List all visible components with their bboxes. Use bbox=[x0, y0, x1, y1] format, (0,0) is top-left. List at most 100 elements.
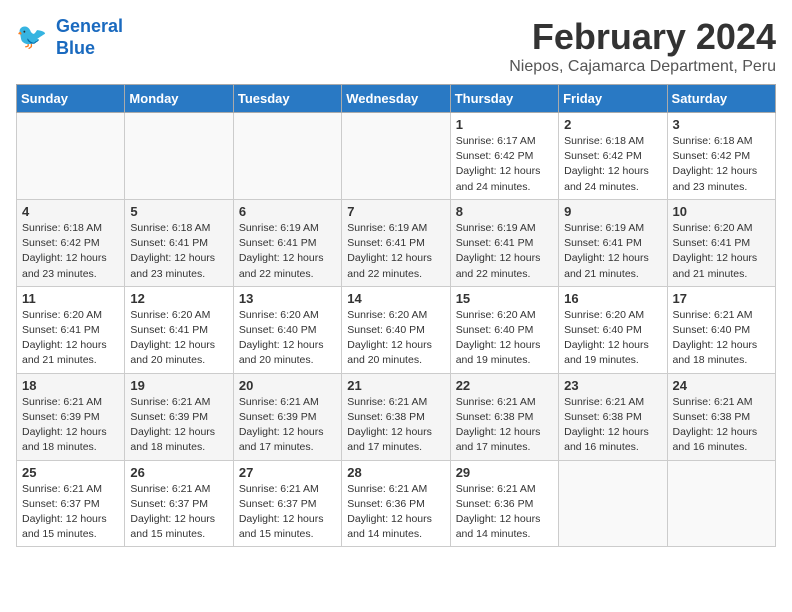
day-number: 29 bbox=[456, 465, 553, 480]
calendar-week-2: 4 Sunrise: 6:18 AM Sunset: 6:42 PM Daylig… bbox=[17, 199, 776, 286]
calendar-cell bbox=[233, 113, 341, 200]
day-number: 25 bbox=[22, 465, 119, 480]
calendar-cell bbox=[559, 460, 667, 547]
column-header-monday: Monday bbox=[125, 85, 233, 113]
calendar-cell: 12 Sunrise: 6:20 AM Sunset: 6:41 PM Dayli… bbox=[125, 286, 233, 373]
day-number: 21 bbox=[347, 378, 444, 393]
page-subtitle: Niepos, Cajamarca Department, Peru bbox=[509, 58, 776, 76]
column-header-saturday: Saturday bbox=[667, 85, 775, 113]
day-info: Sunrise: 6:21 AM Sunset: 6:40 PM Dayligh… bbox=[673, 308, 770, 369]
calendar-cell: 20 Sunrise: 6:21 AM Sunset: 6:39 PM Dayli… bbox=[233, 373, 341, 460]
logo-line1: General bbox=[56, 16, 123, 36]
calendar-cell: 16 Sunrise: 6:20 AM Sunset: 6:40 PM Dayli… bbox=[559, 286, 667, 373]
calendar-cell: 19 Sunrise: 6:21 AM Sunset: 6:39 PM Dayli… bbox=[125, 373, 233, 460]
day-number: 12 bbox=[130, 291, 227, 306]
day-number: 20 bbox=[239, 378, 336, 393]
day-info: Sunrise: 6:21 AM Sunset: 6:37 PM Dayligh… bbox=[22, 482, 119, 543]
day-number: 17 bbox=[673, 291, 770, 306]
day-info: Sunrise: 6:18 AM Sunset: 6:41 PM Dayligh… bbox=[130, 221, 227, 282]
day-info: Sunrise: 6:21 AM Sunset: 6:38 PM Dayligh… bbox=[564, 395, 661, 456]
day-info: Sunrise: 6:19 AM Sunset: 6:41 PM Dayligh… bbox=[564, 221, 661, 282]
calendar-cell: 14 Sunrise: 6:20 AM Sunset: 6:40 PM Dayli… bbox=[342, 286, 450, 373]
calendar-cell: 4 Sunrise: 6:18 AM Sunset: 6:42 PM Daylig… bbox=[17, 199, 125, 286]
day-number: 16 bbox=[564, 291, 661, 306]
calendar-cell: 7 Sunrise: 6:19 AM Sunset: 6:41 PM Daylig… bbox=[342, 199, 450, 286]
header: 🐦 General Blue February 2024 Niepos, Caj… bbox=[16, 16, 776, 76]
day-info: Sunrise: 6:21 AM Sunset: 6:36 PM Dayligh… bbox=[456, 482, 553, 543]
calendar-cell: 15 Sunrise: 6:20 AM Sunset: 6:40 PM Dayli… bbox=[450, 286, 558, 373]
day-number: 7 bbox=[347, 204, 444, 219]
logo: 🐦 General Blue bbox=[16, 16, 123, 59]
logo-icon: 🐦 bbox=[16, 20, 52, 56]
day-info: Sunrise: 6:20 AM Sunset: 6:41 PM Dayligh… bbox=[22, 308, 119, 369]
calendar-cell: 1 Sunrise: 6:17 AM Sunset: 6:42 PM Daylig… bbox=[450, 113, 558, 200]
calendar-cell: 8 Sunrise: 6:19 AM Sunset: 6:41 PM Daylig… bbox=[450, 199, 558, 286]
calendar-cell: 22 Sunrise: 6:21 AM Sunset: 6:38 PM Dayli… bbox=[450, 373, 558, 460]
calendar-cell: 26 Sunrise: 6:21 AM Sunset: 6:37 PM Dayli… bbox=[125, 460, 233, 547]
calendar-cell bbox=[125, 113, 233, 200]
calendar-cell: 10 Sunrise: 6:20 AM Sunset: 6:41 PM Dayli… bbox=[667, 199, 775, 286]
day-number: 14 bbox=[347, 291, 444, 306]
calendar-cell: 11Sunrise: 6:20 AM Sunset: 6:41 PM Dayli… bbox=[17, 286, 125, 373]
day-info: Sunrise: 6:21 AM Sunset: 6:37 PM Dayligh… bbox=[130, 482, 227, 543]
calendar-cell: 28 Sunrise: 6:21 AM Sunset: 6:36 PM Dayli… bbox=[342, 460, 450, 547]
day-info: Sunrise: 6:21 AM Sunset: 6:38 PM Dayligh… bbox=[347, 395, 444, 456]
day-info: Sunrise: 6:20 AM Sunset: 6:40 PM Dayligh… bbox=[564, 308, 661, 369]
day-info: Sunrise: 6:20 AM Sunset: 6:40 PM Dayligh… bbox=[347, 308, 444, 369]
day-number: 15 bbox=[456, 291, 553, 306]
column-header-tuesday: Tuesday bbox=[233, 85, 341, 113]
day-number: 13 bbox=[239, 291, 336, 306]
logo-line2: Blue bbox=[56, 38, 95, 58]
day-info: Sunrise: 6:20 AM Sunset: 6:40 PM Dayligh… bbox=[456, 308, 553, 369]
day-info: Sunrise: 6:21 AM Sunset: 6:38 PM Dayligh… bbox=[456, 395, 553, 456]
day-number: 6 bbox=[239, 204, 336, 219]
day-number: 3 bbox=[673, 117, 770, 132]
calendar-cell bbox=[17, 113, 125, 200]
page-title: February 2024 bbox=[509, 16, 776, 58]
calendar-cell: 29 Sunrise: 6:21 AM Sunset: 6:36 PM Dayli… bbox=[450, 460, 558, 547]
calendar-cell: 18 Sunrise: 6:21 AM Sunset: 6:39 PM Dayli… bbox=[17, 373, 125, 460]
calendar-week-1: 1 Sunrise: 6:17 AM Sunset: 6:42 PM Daylig… bbox=[17, 113, 776, 200]
calendar-cell: 24Sunrise: 6:21 AM Sunset: 6:38 PM Dayli… bbox=[667, 373, 775, 460]
day-number: 4 bbox=[22, 204, 119, 219]
day-number: 8 bbox=[456, 204, 553, 219]
calendar-cell bbox=[342, 113, 450, 200]
day-info: Sunrise: 6:21 AM Sunset: 6:36 PM Dayligh… bbox=[347, 482, 444, 543]
calendar-cell: 5 Sunrise: 6:18 AM Sunset: 6:41 PM Daylig… bbox=[125, 199, 233, 286]
day-number: 9 bbox=[564, 204, 661, 219]
day-number: 28 bbox=[347, 465, 444, 480]
day-info: Sunrise: 6:20 AM Sunset: 6:41 PM Dayligh… bbox=[130, 308, 227, 369]
day-number: 1 bbox=[456, 117, 553, 132]
calendar-cell: 6 Sunrise: 6:19 AM Sunset: 6:41 PM Daylig… bbox=[233, 199, 341, 286]
day-info: Sunrise: 6:19 AM Sunset: 6:41 PM Dayligh… bbox=[347, 221, 444, 282]
day-number: 5 bbox=[130, 204, 227, 219]
calendar-cell bbox=[667, 460, 775, 547]
day-number: 26 bbox=[130, 465, 227, 480]
day-number: 10 bbox=[673, 204, 770, 219]
calendar-week-5: 25 Sunrise: 6:21 AM Sunset: 6:37 PM Dayli… bbox=[17, 460, 776, 547]
day-number: 2 bbox=[564, 117, 661, 132]
calendar-cell: 13Sunrise: 6:20 AM Sunset: 6:40 PM Dayli… bbox=[233, 286, 341, 373]
calendar-cell: 27Sunrise: 6:21 AM Sunset: 6:37 PM Dayli… bbox=[233, 460, 341, 547]
logo-text: General Blue bbox=[56, 16, 123, 59]
svg-text:🐦: 🐦 bbox=[16, 23, 47, 51]
day-number: 22 bbox=[456, 378, 553, 393]
column-header-wednesday: Wednesday bbox=[342, 85, 450, 113]
day-info: Sunrise: 6:17 AM Sunset: 6:42 PM Dayligh… bbox=[456, 134, 553, 195]
calendar-week-4: 18 Sunrise: 6:21 AM Sunset: 6:39 PM Dayli… bbox=[17, 373, 776, 460]
day-info: Sunrise: 6:20 AM Sunset: 6:41 PM Dayligh… bbox=[673, 221, 770, 282]
calendar-cell: 21 Sunrise: 6:21 AM Sunset: 6:38 PM Dayli… bbox=[342, 373, 450, 460]
day-info: Sunrise: 6:18 AM Sunset: 6:42 PM Dayligh… bbox=[564, 134, 661, 195]
day-info: Sunrise: 6:19 AM Sunset: 6:41 PM Dayligh… bbox=[456, 221, 553, 282]
title-area: February 2024 Niepos, Cajamarca Departme… bbox=[509, 16, 776, 76]
column-header-thursday: Thursday bbox=[450, 85, 558, 113]
day-number: 19 bbox=[130, 378, 227, 393]
day-info: Sunrise: 6:21 AM Sunset: 6:39 PM Dayligh… bbox=[130, 395, 227, 456]
day-info: Sunrise: 6:21 AM Sunset: 6:39 PM Dayligh… bbox=[22, 395, 119, 456]
day-number: 24 bbox=[673, 378, 770, 393]
day-info: Sunrise: 6:19 AM Sunset: 6:41 PM Dayligh… bbox=[239, 221, 336, 282]
day-info: Sunrise: 6:21 AM Sunset: 6:39 PM Dayligh… bbox=[239, 395, 336, 456]
day-info: Sunrise: 6:18 AM Sunset: 6:42 PM Dayligh… bbox=[22, 221, 119, 282]
column-header-friday: Friday bbox=[559, 85, 667, 113]
day-number: 18 bbox=[22, 378, 119, 393]
